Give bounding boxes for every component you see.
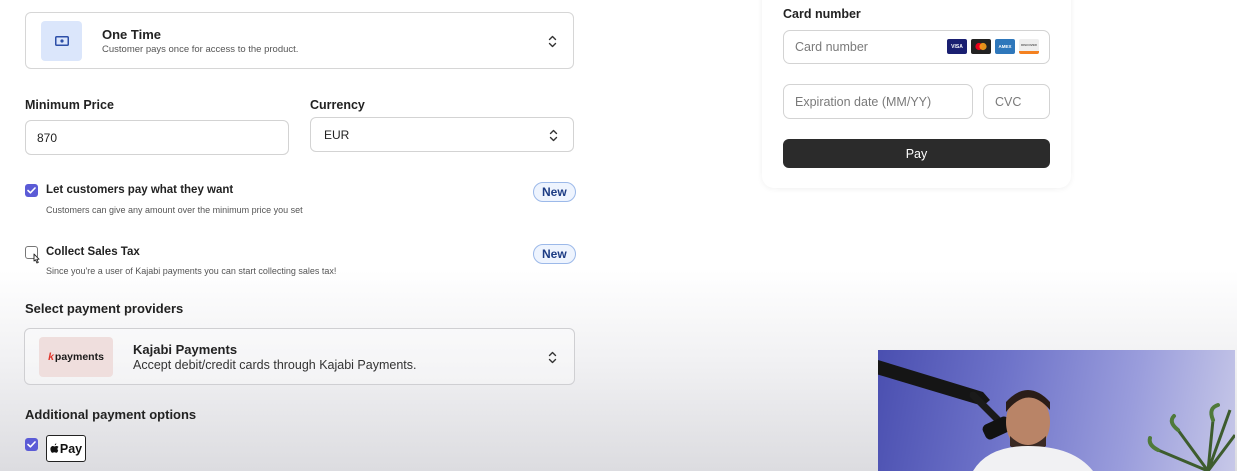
cvc-placeholder: CVC — [995, 94, 1022, 109]
collect-sales-tax-label: Collect Sales Tax — [46, 246, 140, 258]
new-badge: New — [533, 182, 576, 202]
collect-sales-tax-description: Since you're a user of Kajabi payments y… — [46, 266, 337, 276]
apple-pay-text: Pay — [59, 441, 83, 456]
minimum-price-value: 870 — [37, 130, 58, 145]
apple-logo-icon — [50, 443, 59, 453]
minimum-price-input[interactable]: 870 — [25, 120, 289, 155]
provider-description: Accept debit/credit cards through Kajabi… — [133, 358, 417, 372]
pricing-type-select[interactable]: One Time Customer pays once for access t… — [25, 12, 574, 69]
pay-button[interactable]: Pay — [783, 139, 1050, 168]
currency-select[interactable]: EUR — [310, 117, 574, 152]
chevron-updown-icon — [548, 128, 558, 142]
banknote-icon — [41, 21, 82, 61]
payment-providers-heading: Select payment providers — [25, 301, 184, 316]
checkmark-icon — [27, 187, 36, 194]
currency-label: Currency — [310, 98, 365, 112]
mastercard-icon — [971, 39, 991, 54]
discover-icon: DISCOVER — [1019, 39, 1039, 54]
minimum-price-label: Minimum Price — [25, 98, 114, 112]
pay-what-you-want-description: Customers can give any amount over the m… — [46, 205, 303, 215]
webcam-video — [878, 350, 1235, 471]
pricing-type-description: Customer pays once for access to the pro… — [102, 44, 299, 55]
apple-pay-checkbox[interactable] — [25, 438, 38, 451]
card-number-input[interactable]: Card number VISA AMEX DISCOVER — [783, 30, 1050, 64]
checkmark-icon — [27, 441, 36, 448]
payment-provider-select[interactable]: k payments Kajabi Payments Accept debit/c… — [24, 328, 575, 385]
card-brands: VISA AMEX DISCOVER — [947, 39, 1039, 54]
amex-icon: AMEX — [995, 39, 1015, 54]
presenter-figure — [878, 360, 1235, 471]
pricing-type-title: One Time — [102, 27, 162, 42]
provider-name: Kajabi Payments — [133, 342, 238, 357]
card-number-placeholder: Card number — [795, 40, 868, 54]
checkout-preview-card: Card number Card number VISA AMEX DISCOV… — [762, 0, 1071, 188]
visa-icon: VISA — [947, 39, 967, 54]
card-number-label: Card number — [783, 7, 861, 21]
additional-payment-options-heading: Additional payment options — [25, 407, 197, 422]
new-badge: New — [533, 244, 576, 264]
kajabi-payments-logo: k payments — [39, 337, 113, 377]
pay-what-you-want-checkbox[interactable] — [25, 184, 38, 197]
mouse-pointer-icon — [31, 252, 41, 270]
apple-pay-badge: Pay — [46, 435, 86, 462]
cvc-input[interactable]: CVC — [983, 84, 1050, 119]
pay-what-you-want-label: Let customers pay what they want — [46, 184, 234, 196]
currency-value: EUR — [324, 127, 350, 142]
expiration-date-placeholder: Expiration date (MM/YY) — [795, 94, 932, 109]
chevron-updown-icon — [547, 34, 557, 48]
expiration-date-input[interactable]: Expiration date (MM/YY) — [783, 84, 973, 119]
chevron-updown-icon — [547, 350, 557, 364]
